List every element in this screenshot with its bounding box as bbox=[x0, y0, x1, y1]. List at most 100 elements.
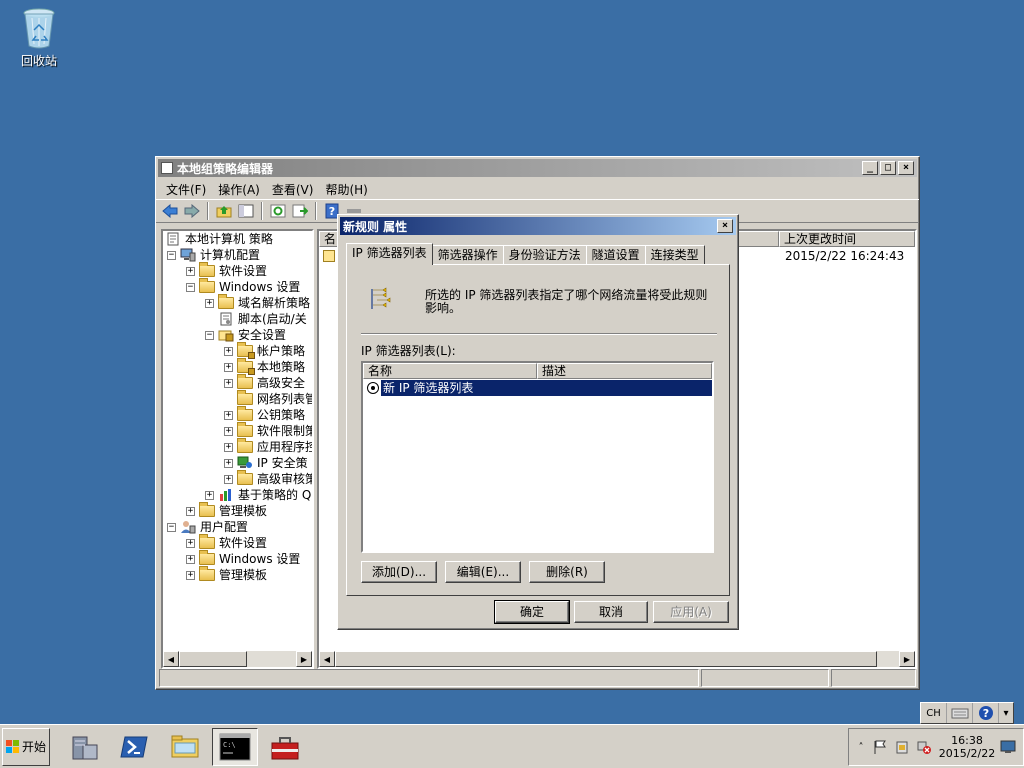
column-name[interactable]: 名称 bbox=[363, 363, 537, 379]
network-disconnected-icon[interactable] bbox=[913, 739, 935, 755]
language-bar-options-icon[interactable]: ▾ bbox=[999, 703, 1013, 723]
tree-item[interactable]: + 管理模板 bbox=[186, 566, 267, 583]
show-hide-tree-icon[interactable] bbox=[236, 202, 256, 220]
help-icon[interactable]: ? bbox=[973, 703, 999, 723]
expand-icon[interactable]: + bbox=[224, 442, 233, 452]
apply-button[interactable]: 应用(A) bbox=[653, 601, 729, 623]
tree-item[interactable]: + 高级安全 bbox=[224, 374, 305, 391]
cancel-button[interactable]: 取消 bbox=[574, 601, 648, 623]
scroll-thumb[interactable] bbox=[335, 651, 877, 667]
file-explorer-taskbar-icon[interactable] bbox=[162, 728, 208, 766]
mmc-titlebar[interactable]: 本地组策略编辑器 _ □ × bbox=[158, 159, 917, 177]
language-indicator[interactable]: CH bbox=[921, 703, 947, 723]
expand-icon[interactable]: + bbox=[224, 410, 233, 420]
expand-icon[interactable]: + bbox=[205, 490, 214, 500]
recycle-bin-shortcut[interactable]: 回收站 bbox=[14, 6, 64, 69]
ip-filter-listview[interactable]: 名称 描述 新 IP 筛选器列表 bbox=[361, 361, 714, 553]
up-folder-icon[interactable] bbox=[214, 202, 234, 220]
scroll-left-button[interactable]: ◀ bbox=[163, 651, 179, 667]
minimize-button[interactable]: _ bbox=[862, 161, 878, 175]
tree-item[interactable]: + 高级审核策 bbox=[224, 470, 312, 487]
tab-authentication-methods[interactable]: 身份验证方法 bbox=[502, 245, 587, 265]
details-hscrollbar[interactable]: ◀ ▶ bbox=[319, 651, 915, 667]
tree-hscrollbar[interactable]: ◀ ▶ bbox=[163, 651, 312, 667]
tree-item[interactable]: − 安全设置 bbox=[205, 327, 286, 343]
expand-icon[interactable]: + bbox=[186, 506, 195, 516]
tree-item[interactable]: − Windows 设置 bbox=[186, 278, 300, 295]
dialog-close-button[interactable]: × bbox=[717, 219, 733, 233]
collapse-icon[interactable]: − bbox=[186, 282, 195, 292]
command-prompt-taskbar-icon[interactable]: C:\ bbox=[212, 727, 258, 766]
clock[interactable]: 16:38 2015/2/22 bbox=[935, 734, 999, 760]
ok-button[interactable]: 确定 bbox=[494, 600, 570, 624]
maximize-button[interactable]: □ bbox=[880, 161, 896, 175]
refresh-icon[interactable] bbox=[268, 202, 288, 220]
column-last-modified[interactable]: 上次更改时间 bbox=[779, 231, 915, 247]
tree-item[interactable]: + 帐户策略 bbox=[224, 342, 305, 359]
tab-ip-filter-list[interactable]: IP 筛选器列表 bbox=[346, 243, 433, 265]
forward-arrow-icon[interactable] bbox=[182, 202, 202, 220]
add-button[interactable]: 添加(D)... bbox=[361, 561, 437, 583]
collapse-icon[interactable]: − bbox=[205, 330, 214, 340]
tree-item[interactable]: 网络列表管 bbox=[224, 390, 312, 407]
expand-icon[interactable]: + bbox=[224, 346, 233, 356]
menu-view[interactable]: 查看(V) bbox=[266, 181, 320, 198]
expand-icon[interactable]: + bbox=[186, 570, 195, 580]
tree-item[interactable]: + IP 安全策 bbox=[224, 455, 308, 471]
tab-tunnel-settings[interactable]: 隧道设置 bbox=[585, 245, 646, 265]
scroll-right-button[interactable]: ▶ bbox=[296, 651, 312, 667]
scroll-right-button[interactable]: ▶ bbox=[899, 651, 915, 667]
tree-item[interactable]: + 应用程序控 bbox=[224, 438, 312, 455]
menu-file[interactable]: 文件(F) bbox=[160, 181, 212, 198]
remove-button[interactable]: 删除(R) bbox=[529, 561, 605, 583]
export-list-icon[interactable] bbox=[290, 202, 310, 220]
expand-icon[interactable]: + bbox=[224, 362, 233, 372]
radio-selected-icon[interactable] bbox=[367, 382, 379, 394]
action-center-flag-icon[interactable] bbox=[869, 739, 891, 755]
tree-item[interactable]: + 软件设置 bbox=[186, 534, 267, 551]
tree-item[interactable]: + 基于策略的 Q bbox=[205, 487, 311, 503]
tab-filter-action[interactable]: 筛选器操作 bbox=[431, 245, 504, 265]
edit-button[interactable]: 编辑(E)... bbox=[445, 561, 521, 583]
power-plug-icon[interactable] bbox=[891, 739, 913, 755]
tree-item[interactable]: − 计算机配置 bbox=[167, 247, 260, 263]
toolbox-taskbar-icon[interactable] bbox=[262, 728, 308, 766]
collapse-icon[interactable]: − bbox=[167, 250, 176, 260]
show-hidden-icons-chevron-icon[interactable]: ˄ bbox=[853, 742, 869, 753]
scroll-left-button[interactable]: ◀ bbox=[319, 651, 335, 667]
column-description[interactable]: 描述 bbox=[537, 363, 712, 379]
list-item[interactable]: 新 IP 筛选器列表 bbox=[363, 380, 712, 396]
tree-item[interactable]: + 公钥策略 bbox=[224, 406, 305, 423]
tree-item[interactable]: 脚本(启动/关 bbox=[205, 311, 307, 327]
dialog-titlebar[interactable]: 新规则 属性 × bbox=[340, 217, 736, 235]
expand-icon[interactable]: + bbox=[186, 266, 195, 276]
tree-item[interactable]: + 软件限制策 bbox=[224, 422, 312, 439]
expand-icon[interactable]: + bbox=[186, 554, 195, 564]
start-button[interactable]: 开始 bbox=[2, 727, 50, 766]
tree-item[interactable]: + 管理模板 bbox=[186, 502, 267, 519]
tree-item[interactable]: + 域名解析策略 bbox=[205, 294, 310, 311]
tree-item[interactable]: + 软件设置 bbox=[186, 262, 267, 279]
menu-action[interactable]: 操作(A) bbox=[212, 181, 266, 198]
tree-pane[interactable]: 本地计算机 策略 − 计算机配置 + 软件设置 − Windows 设置 + 域名解析策略 脚本(… bbox=[161, 229, 314, 669]
back-arrow-icon[interactable] bbox=[160, 202, 180, 220]
tree-item[interactable]: 本地计算机 策略 bbox=[165, 231, 273, 247]
tree-item[interactable]: + 本地策略 bbox=[224, 358, 305, 375]
expand-icon[interactable]: + bbox=[224, 426, 233, 436]
scroll-thumb[interactable] bbox=[179, 651, 247, 667]
close-button[interactable]: × bbox=[898, 161, 914, 175]
expand-icon[interactable]: + bbox=[224, 458, 233, 468]
expand-icon[interactable]: + bbox=[186, 538, 195, 548]
expand-icon[interactable]: + bbox=[205, 298, 214, 308]
server-manager-taskbar-icon[interactable] bbox=[62, 728, 108, 766]
menu-help[interactable]: 帮助(H) bbox=[319, 181, 373, 198]
collapse-icon[interactable]: − bbox=[167, 522, 176, 532]
powershell-taskbar-icon[interactable] bbox=[112, 728, 158, 766]
tab-connection-type[interactable]: 连接类型 bbox=[644, 245, 705, 265]
expand-icon[interactable]: + bbox=[224, 378, 233, 388]
show-desktop-icon[interactable] bbox=[999, 740, 1017, 754]
tree-item[interactable]: + Windows 设置 bbox=[186, 550, 300, 567]
expand-icon[interactable]: + bbox=[224, 474, 233, 484]
tree-item[interactable]: − 用户配置 bbox=[167, 519, 248, 535]
keyboard-icon[interactable] bbox=[947, 703, 973, 723]
